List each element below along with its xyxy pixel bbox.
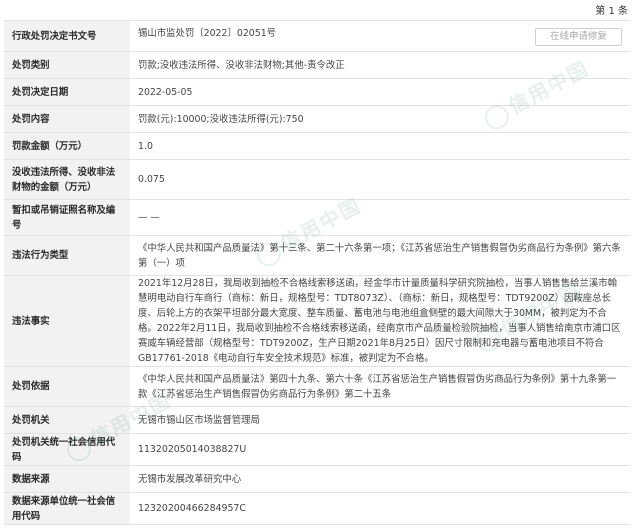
row-value-confiscation-amount: 0.075 (130, 159, 630, 200)
row-value-authority-credit-code: 11320205014038827U (130, 433, 630, 466)
table-row: 罚款金额（万元） 1.0 (4, 132, 630, 160)
penalty-record-table: 行政处罚决定书文号 锡山市监处罚〔2022〕02051号 在线申请修复 处罚类别… (4, 20, 630, 525)
row-value-license-revoked: — — (130, 199, 630, 236)
row-label-data-source: 数据来源 (4, 465, 130, 493)
row-label-decision-number: 行政处罚决定书文号 (4, 20, 130, 52)
row-value-violation-type: 《中华人民共和国产品质量法》第十三条、第二十六条第一项；《江苏省惩治生产销售假冒… (130, 235, 630, 276)
page-counter: 第 1 条 (595, 6, 628, 17)
table-row: 处罚类别 罚款;没收违法所得、没收非法财物;其他-责令改正 (4, 51, 630, 79)
row-label-decision-date: 处罚决定日期 (4, 78, 130, 106)
table-row: 处罚机关统一社会信用代码 11320205014038827U (4, 433, 630, 466)
row-value-decision-date: 2022-05-05 (130, 78, 630, 106)
row-label-source-credit-code: 数据来源单位统一社会信用代码 (4, 492, 130, 525)
row-label-fine-amount: 罚款金额（万元） (4, 132, 130, 160)
row-label-penalty-content: 处罚内容 (4, 105, 130, 133)
apply-repair-button[interactable]: 在线申请修复 (534, 28, 622, 46)
row-label-legal-basis: 处罚依据 (4, 366, 130, 407)
table-row: 数据来源 无锡市发展改革研究中心 (4, 465, 630, 493)
table-row: 行政处罚决定书文号 锡山市监处罚〔2022〕02051号 在线申请修复 (4, 20, 630, 52)
table-row: 暂扣或吊销证照名称及编号 — — (4, 199, 630, 236)
table-row: 违法事实 2021年12月28日，我局收到抽检不合格线索移送函，经金华市计量质量… (4, 275, 630, 367)
table-row: 数据来源单位统一社会信用代码 12320200466284957C (4, 492, 630, 525)
table-row: 处罚机关 无锡市锡山区市场监督管理局 (4, 406, 630, 434)
table-row: 没收违法所得、没收非法财物的金额（万元） 0.075 (4, 159, 630, 200)
row-value-violation-facts: 2021年12月28日，我局收到抽检不合格线索移送函，经金华市计量质量科学研究院… (130, 275, 630, 367)
row-value-authority: 无锡市锡山区市场监督管理局 (130, 406, 630, 434)
decision-number-text: 锡山市监处罚〔2022〕02051号 (138, 28, 277, 39)
table-row: 处罚依据 《中华人民共和国产品质量法》第四十九条、第六十条《江苏省惩治生产销售假… (4, 366, 630, 407)
table-row: 处罚内容 罚款(元):10000;没收违法所得(元):750 (4, 105, 630, 133)
row-label-penalty-category: 处罚类别 (4, 51, 130, 79)
row-value-source-credit-code: 12320200466284957C (130, 492, 630, 525)
row-label-violation-facts: 违法事实 (4, 275, 130, 367)
table-row: 违法行为类型 《中华人民共和国产品质量法》第十三条、第二十六条第一项；《江苏省惩… (4, 235, 630, 276)
row-value-penalty-category: 罚款;没收违法所得、没收非法财物;其他-责令改正 (130, 51, 630, 79)
row-label-authority-credit-code: 处罚机关统一社会信用代码 (4, 433, 130, 466)
row-label-license-revoked: 暂扣或吊销证照名称及编号 (4, 199, 130, 236)
row-value-legal-basis: 《中华人民共和国产品质量法》第四十九条、第六十条《江苏省惩治生产销售假冒伪劣商品… (130, 366, 630, 407)
row-value-data-source: 无锡市发展改革研究中心 (130, 465, 630, 493)
row-label-confiscation-amount: 没收违法所得、没收非法财物的金额（万元） (4, 159, 130, 200)
row-label-violation-type: 违法行为类型 (4, 235, 130, 276)
table-row: 处罚决定日期 2022-05-05 (4, 78, 630, 106)
row-label-authority: 处罚机关 (4, 406, 130, 434)
row-value-penalty-content: 罚款(元):10000;没收违法所得(元):750 (130, 105, 630, 133)
row-value-decision-number: 锡山市监处罚〔2022〕02051号 在线申请修复 (130, 20, 630, 52)
row-value-fine-amount: 1.0 (130, 132, 630, 160)
